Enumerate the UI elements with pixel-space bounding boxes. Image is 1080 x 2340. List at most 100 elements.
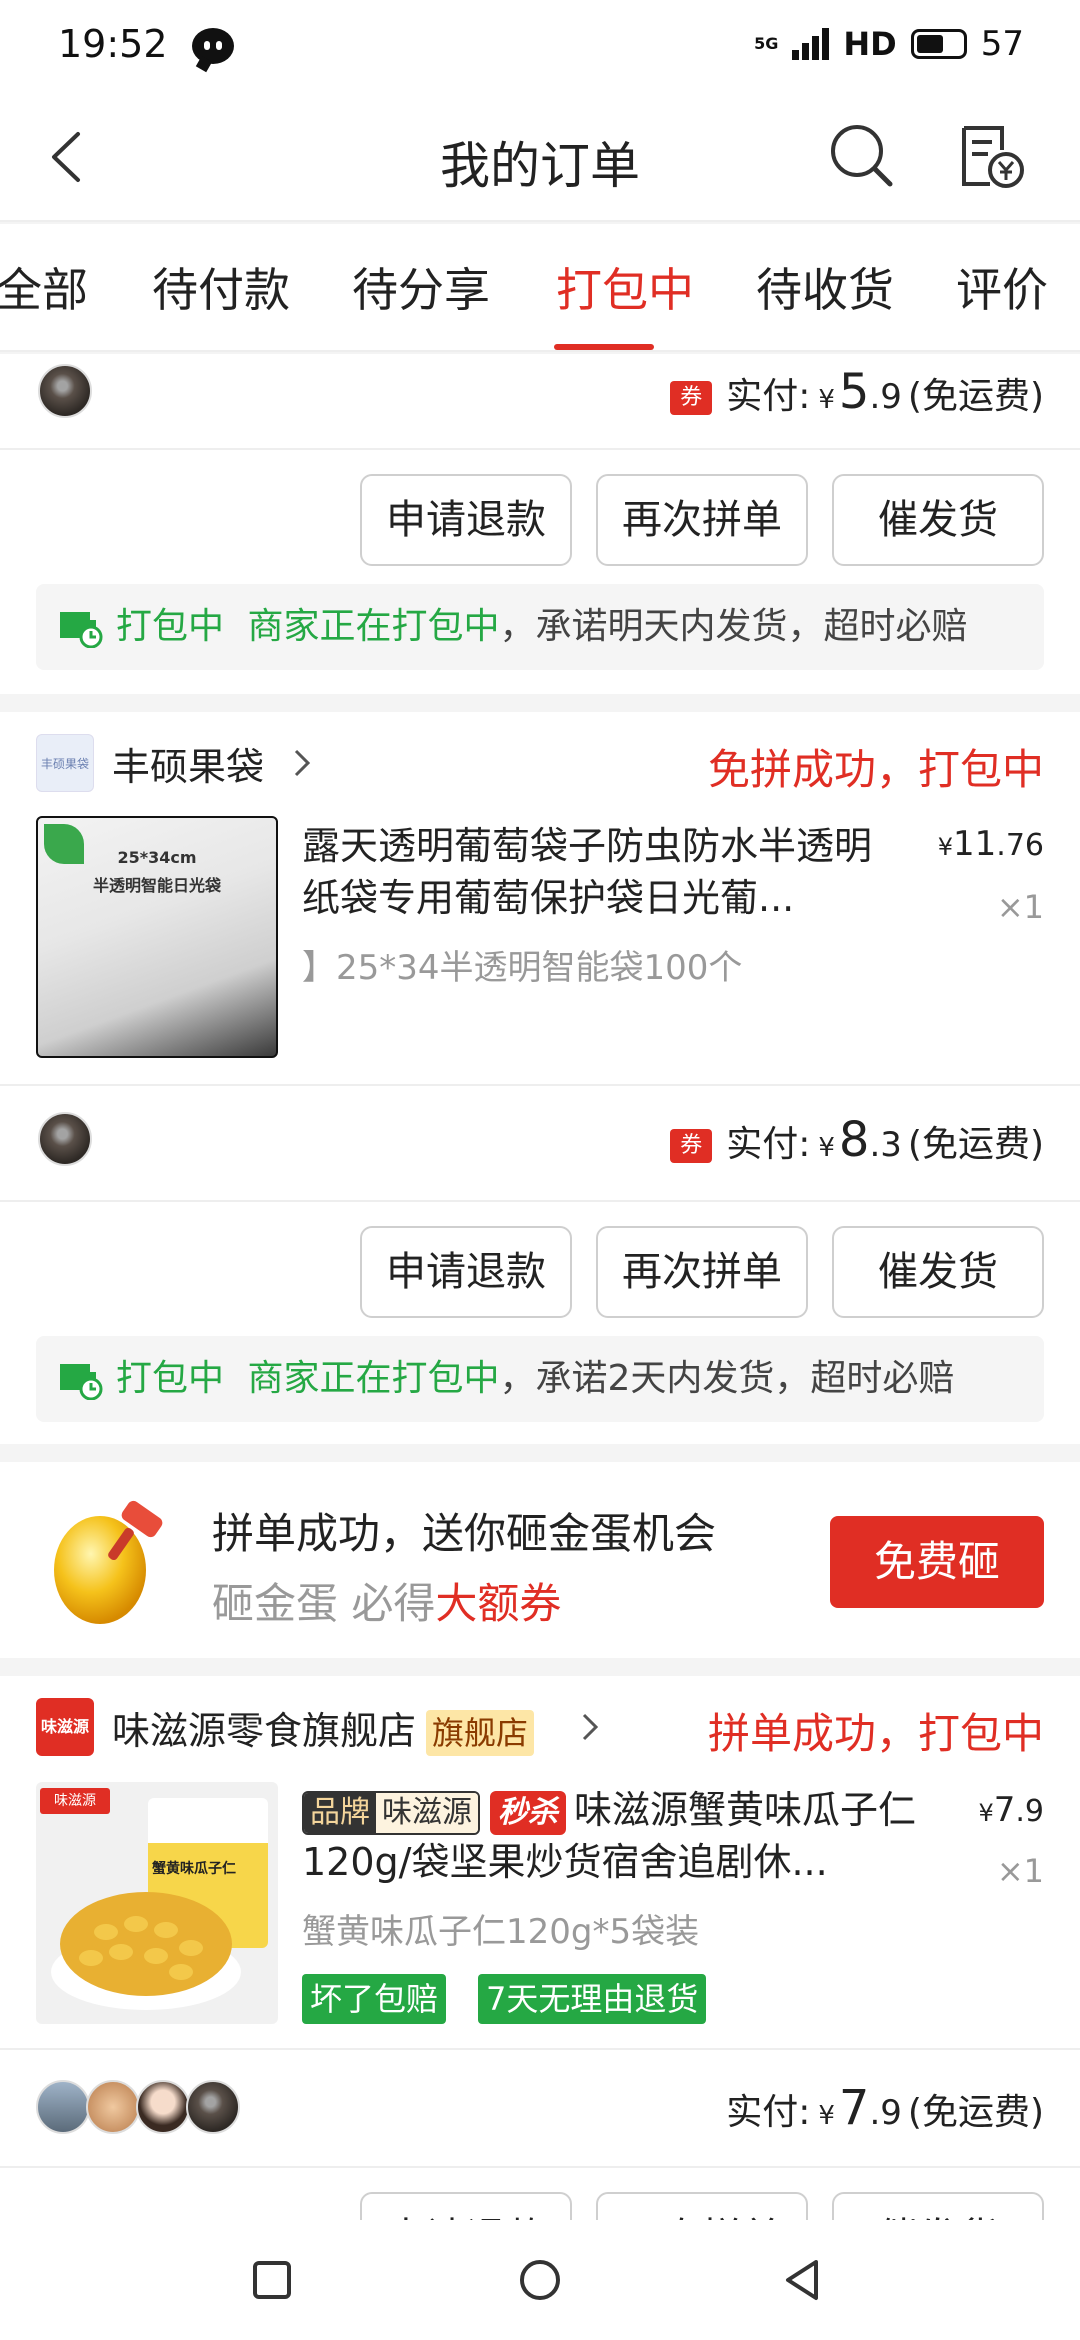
reorder-button[interactable]: 再次拼单 — [596, 474, 808, 566]
app-header: 我的订单 — [0, 90, 1080, 222]
reorder-button[interactable]: 再次拼单 — [596, 1226, 808, 1318]
status-time: 19:52 — [58, 22, 168, 66]
store-logo: 味滋源 — [36, 1698, 94, 1756]
product-image[interactable]: 味滋源 蟹黄味瓜子仁 — [36, 1782, 278, 2024]
avatar — [186, 2080, 240, 2134]
shipping-notice: 打包中 商家正在打包中，承诺2天内发货，超时必赔 — [36, 1336, 1044, 1422]
order-status: 免拼成功，打包中 — [707, 745, 1044, 794]
divider — [0, 2166, 1080, 2168]
urge-shipping-button[interactable]: 催发货 — [832, 1226, 1044, 1318]
divider — [0, 448, 1080, 450]
promo-subtitle-gray: 砸金蛋 必得 — [212, 1579, 436, 1628]
active-tab-indicator — [554, 344, 654, 350]
price-decimal: .76 — [996, 828, 1044, 863]
back-nav-icon[interactable] — [782, 2258, 822, 2302]
notice-status: 打包中 — [116, 606, 225, 647]
divider — [0, 1200, 1080, 1202]
coupon-icon: 券 — [670, 1129, 713, 1163]
amount-decimal: .3 — [869, 1125, 902, 1165]
product-title[interactable]: 露天透明葡萄袋子防虫防水半透明纸袋专用葡萄保护袋日光葡... — [302, 820, 902, 924]
yen-symbol: ¥ — [818, 1133, 835, 1163]
notice-text: ，承诺明天内发货，超时必赔 — [499, 606, 968, 647]
free-smash-button[interactable]: 免费砸 — [830, 1516, 1044, 1608]
divider — [0, 2048, 1080, 2050]
product-spec: 】25*34半透明智能袋100个 — [302, 948, 743, 988]
brand-logo-small: 味滋源 — [40, 1788, 110, 1814]
product-price: ¥11.76 — [937, 824, 1044, 864]
image-size-text: 25*34cm — [117, 848, 197, 867]
flash-sale-tag: 秒杀 — [490, 1790, 566, 1835]
shipping-note: (免运费) — [907, 376, 1044, 417]
paid-amount: 实付: ¥ 7 .9 (免运费) — [726, 2080, 1044, 2136]
notice-green-text: 商家正在打包中 — [247, 1358, 500, 1399]
coupon-icon: 券 — [670, 381, 713, 415]
bill-icon[interactable] — [954, 120, 1026, 192]
shipping-note: (免运费) — [907, 2092, 1044, 2133]
product-spec: 蟹黄味瓜子仁120g*5袋装 — [302, 1912, 700, 1952]
battery-level: 57 — [980, 24, 1024, 64]
amount-integer: 5 — [838, 364, 870, 420]
chevron-right-icon[interactable] — [580, 1712, 600, 1742]
yen-symbol: ¥ — [818, 2101, 835, 2131]
store-logo: 丰硕果袋 — [36, 734, 94, 792]
recent-apps-icon[interactable] — [252, 2260, 292, 2300]
search-icon[interactable] — [826, 120, 896, 190]
avatar — [86, 2080, 140, 2134]
damage-guarantee-badge: 坏了包赔 — [302, 1974, 447, 2024]
tab-pending-payment[interactable]: 待付款 — [152, 254, 290, 320]
product-title[interactable]: 品牌 味滋源 秒杀 味滋源蟹黄味瓜子仁120g/袋坚果炒货宿舍追剧休... — [302, 1784, 922, 1888]
order-card-1: 券 实付: ¥ 5 .9 (免运费) 申请退款 再次拼单 催发货 打包中 商家正… — [0, 354, 1080, 694]
signal-icon — [792, 28, 830, 60]
chevron-right-icon[interactable] — [292, 748, 312, 778]
hd-indicator: HD — [843, 25, 897, 63]
chat-notification-icon — [192, 28, 234, 64]
brand-tag-value: 味滋源 — [376, 1792, 478, 1833]
notice-status: 打包中 — [116, 1358, 225, 1399]
avatar — [136, 2080, 190, 2134]
truck-icon — [60, 612, 103, 648]
shipping-note: (免运费) — [907, 1124, 1044, 1165]
product-image[interactable]: 25*34cm 半透明智能日光袋 — [36, 816, 278, 1058]
refund-button[interactable]: 申请退款 — [360, 1226, 572, 1318]
system-nav-bar — [0, 2220, 1080, 2340]
store-name[interactable]: 味滋源零食旗舰店 旗舰店 — [112, 1700, 535, 1756]
seeds-bowl-image — [51, 1892, 241, 2010]
home-icon[interactable] — [518, 2258, 562, 2302]
paid-label: 实付: — [726, 376, 811, 417]
store-name[interactable]: 丰硕果袋 — [112, 736, 264, 791]
amount-decimal: .9 — [869, 377, 902, 417]
amount-integer: 7 — [838, 2080, 870, 2136]
tab-all[interactable]: 全部 — [0, 254, 88, 320]
price-integer: 11 — [953, 824, 997, 864]
amount-integer: 8 — [838, 1112, 870, 1168]
notice-green-text: 商家正在打包中 — [247, 606, 500, 647]
brand-tag: 品牌 味滋源 — [302, 1790, 480, 1835]
paid-amount: 券 实付: ¥ 5 .9 (免运费) — [670, 364, 1044, 420]
promo-subtitle-red: 大额券 — [435, 1579, 562, 1628]
tab-pending-receipt[interactable]: 待收货 — [756, 254, 894, 320]
paid-label: 实付: — [726, 2092, 811, 2133]
product-price: ¥7.9 — [978, 1790, 1044, 1830]
tab-packing[interactable]: 打包中 — [556, 254, 694, 320]
tab-review[interactable]: 评价 — [956, 254, 1048, 320]
refund-button[interactable]: 申请退款 — [360, 474, 572, 566]
product-quantity: ×1 — [996, 1852, 1044, 1890]
urge-shipping-button[interactable]: 催发货 — [832, 474, 1044, 566]
tab-pending-share[interactable]: 待分享 — [352, 254, 490, 320]
battery-icon — [910, 29, 967, 59]
page-title: 我的订单 — [440, 137, 640, 195]
paid-label: 实付: — [726, 1124, 811, 1165]
order-tabs: 全部 待付款 待分享 打包中 待收货 评价 — [0, 224, 1080, 352]
promo-subtitle: 砸金蛋 必得大额券 — [212, 1570, 561, 1631]
golden-egg-icon — [54, 1500, 163, 1624]
store-name-text: 味滋源零食旗舰店 — [112, 1709, 417, 1753]
return-policy-badge: 7天无理由退货 — [478, 1974, 707, 2024]
notice-text: ，承诺2天内发货，超时必赔 — [499, 1358, 955, 1399]
image-caption: 半透明智能日光袋 — [92, 876, 221, 895]
flagship-badge: 旗舰店 — [426, 1710, 535, 1756]
shipping-notice: 打包中 商家正在打包中，承诺明天内发货，超时必赔 — [36, 584, 1044, 670]
status-right-group: 5G HD 57 — [754, 24, 1024, 64]
status-bar: 19:52 5G HD 57 — [0, 0, 1080, 90]
order-card-2: 丰硕果袋 丰硕果袋 免拼成功，打包中 25*34cm 半透明智能日光袋 露天透明… — [0, 712, 1080, 1444]
price-decimal: .9 — [1015, 1794, 1044, 1829]
